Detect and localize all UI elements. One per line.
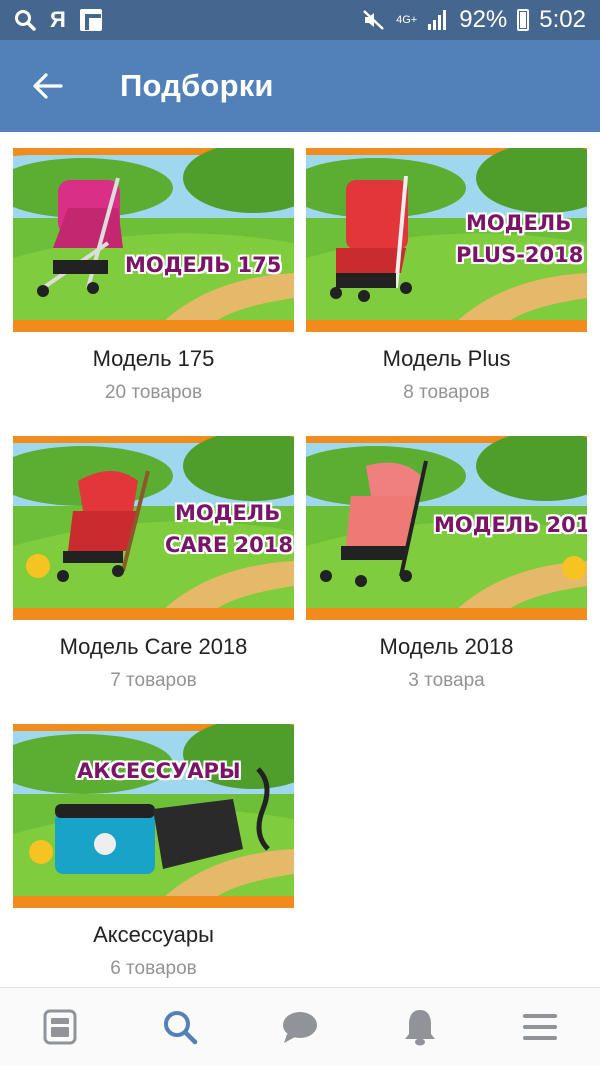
search-icon — [164, 1011, 198, 1045]
collection-card[interactable]: МОДЕЛЬ CARE 2018 Модель Care 2018 7 това… — [13, 436, 294, 692]
clock: 5:02 — [539, 6, 586, 33]
collection-card[interactable]: МОДЕЛЬ 2018 Модель 2018 3 товара — [306, 436, 587, 692]
nav-news[interactable] — [20, 988, 100, 1066]
collections-grid: МОДЕЛЬ 175 Модель 175 20 товаров МОДЕЛЬ … — [0, 132, 600, 987]
news-icon — [43, 1009, 77, 1045]
collection-thumbnail[interactable]: АКСЕССУАРЫ — [13, 724, 294, 908]
collection-count: 8 товаров — [403, 382, 490, 403]
collection-count: 6 товаров — [110, 958, 197, 979]
collection-thumbnail[interactable]: МОДЕЛЬ CARE 2018 — [13, 436, 294, 620]
menu-icon — [523, 1014, 557, 1040]
collection-count: 3 товара — [408, 670, 485, 691]
yandex-icon: Я — [50, 7, 66, 32]
notifications-icon — [405, 1010, 435, 1046]
collection-card[interactable]: АКСЕССУАРЫ Аксессуары 6 товаров — [13, 724, 294, 980]
battery-percent: 92% — [459, 6, 508, 33]
back-arrow-icon — [33, 73, 63, 99]
network-type: 4G+ — [396, 13, 418, 26]
collection-title[interactable]: Модель Care 2018 — [13, 634, 294, 660]
collection-card[interactable]: МОДЕЛЬ 175 Модель 175 20 товаров — [13, 148, 294, 404]
collection-banner: CARE 2018 — [165, 533, 293, 557]
app-bar: Подборки — [0, 40, 600, 132]
collection-title[interactable]: Модель 175 — [13, 346, 294, 372]
collection-banner: МОДЕЛЬ — [466, 211, 572, 235]
nav-menu[interactable] — [500, 988, 580, 1066]
bottom-nav — [0, 987, 600, 1066]
collection-banner: АКСЕССУАРЫ — [77, 759, 241, 783]
collection-thumbnail[interactable]: МОДЕЛЬ 2018 — [306, 436, 587, 620]
nav-search[interactable] — [140, 988, 220, 1066]
mute-icon — [363, 10, 384, 30]
collection-title[interactable]: Аксессуары — [13, 922, 294, 948]
nav-notifications[interactable] — [380, 988, 460, 1066]
collection-count: 7 товаров — [110, 670, 197, 691]
signal-icon — [428, 10, 447, 30]
nav-messages[interactable] — [260, 988, 340, 1066]
collection-title[interactable]: Модель 2018 — [306, 634, 587, 660]
collection-thumbnail[interactable]: МОДЕЛЬ PLUS-2018 — [306, 148, 587, 332]
battery-icon — [517, 9, 530, 31]
status-bar: Я 4G+ 92% 5:02 — [0, 0, 600, 40]
collection-banner: МОДЕЛЬ 175 — [125, 253, 282, 277]
messages-icon — [283, 1012, 317, 1043]
collection-title[interactable]: Модель Plus — [306, 346, 587, 372]
back-button[interactable] — [0, 40, 96, 132]
search-icon — [15, 10, 36, 31]
flipboard-icon — [79, 9, 102, 31]
collection-banner: PLUS-2018 — [456, 243, 584, 267]
collection-card[interactable]: МОДЕЛЬ PLUS-2018 Модель Plus 8 товаров — [306, 148, 587, 404]
collection-thumbnail[interactable]: МОДЕЛЬ 175 — [13, 148, 294, 332]
collection-count: 20 товаров — [104, 382, 203, 403]
collection-banner: МОДЕЛЬ 2018 — [434, 513, 587, 537]
collection-banner: МОДЕЛЬ — [175, 501, 281, 525]
page-title: Подборки — [120, 68, 274, 103]
